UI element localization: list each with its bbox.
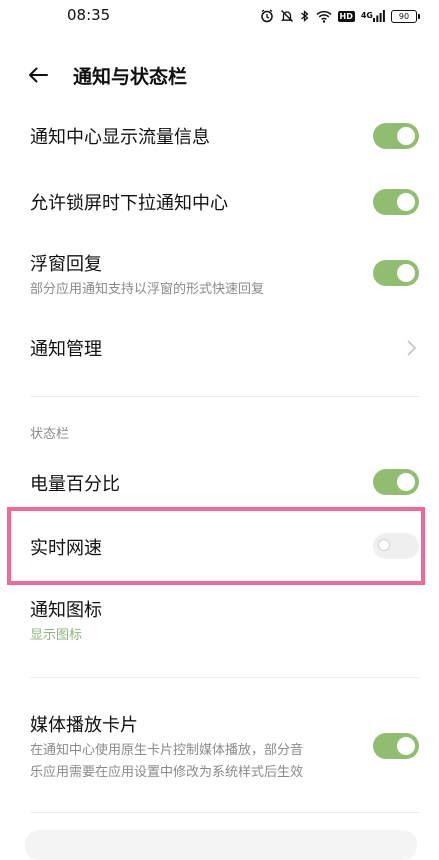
toggle-realtime-speed[interactable]: [373, 533, 419, 559]
hd-icon: HD: [337, 10, 355, 22]
setting-title: 通知图标: [30, 600, 102, 621]
toggle-media-card[interactable]: [373, 733, 419, 759]
app-header: 通知与状态栏: [0, 55, 439, 95]
back-arrow-icon[interactable]: [27, 64, 49, 86]
setting-row-notification-icons[interactable]: 通知图标 显示图标: [0, 590, 439, 650]
toggle-knob: [397, 473, 415, 491]
setting-row-media-card[interactable]: 媒体播放卡片 在通知中心使用原生卡片控制媒体播放，部分音 乐应用需要在应用设置中…: [0, 705, 439, 795]
status-icons: HD 4G 90: [260, 6, 420, 26]
toggle-knob: [378, 539, 390, 551]
setting-row-realtime-speed[interactable]: 实时网速: [0, 519, 439, 575]
signal-icon: 4G: [361, 10, 385, 22]
toggle-battery-percent[interactable]: [373, 469, 419, 495]
network-type-label: 4G: [360, 11, 373, 20]
setting-title: 通知中心显示流量信息: [30, 127, 210, 148]
setting-row-traffic-info[interactable]: 通知中心显示流量信息: [0, 108, 439, 164]
divider: [30, 812, 419, 813]
mute-icon: [280, 9, 294, 23]
setting-title: 实时网速: [30, 538, 102, 559]
toggle-lock-pull[interactable]: [373, 189, 419, 215]
toggle-float-reply[interactable]: [373, 260, 419, 286]
status-bar: 08:35 HD 4G 90: [0, 0, 439, 34]
chevron-right-icon: [405, 339, 417, 357]
setting-title: 浮窗回复: [30, 254, 102, 275]
setting-row-lock-pull[interactable]: 允许锁屏时下拉通知中心: [0, 174, 439, 230]
divider: [30, 677, 419, 678]
divider: [30, 396, 419, 397]
toggle-knob: [397, 193, 415, 211]
page-title: 通知与状态栏: [73, 66, 188, 88]
wifi-icon: [315, 10, 332, 23]
setting-title: 媒体播放卡片: [30, 715, 138, 736]
setting-subtitle-line-2: 乐应用需要在应用设置中修改为系统样式后生效: [30, 765, 304, 780]
setting-subtitle: 部分应用通知支持以浮窗的形式快速回复: [30, 282, 265, 297]
setting-row-notification-manage[interactable]: 通知管理: [0, 320, 439, 376]
bottom-card[interactable]: [25, 830, 417, 860]
status-time: 08:35: [67, 6, 111, 24]
toggle-knob: [397, 264, 415, 282]
setting-row-battery-percent[interactable]: 电量百分比: [0, 455, 439, 511]
battery-icon: 90: [391, 9, 420, 23]
toggle-knob: [397, 127, 415, 145]
alarm-icon: [260, 9, 274, 23]
setting-row-float-reply[interactable]: 浮窗回复 部分应用通知支持以浮窗的形式快速回复: [0, 244, 439, 310]
section-label-status-bar: 状态栏: [30, 427, 70, 442]
setting-title: 通知管理: [30, 339, 102, 360]
setting-subtitle-line-1: 在通知中心使用原生卡片控制媒体播放，部分音: [30, 743, 304, 758]
bluetooth-icon: [300, 9, 310, 23]
setting-value: 显示图标: [30, 628, 83, 643]
toggle-knob: [397, 737, 415, 755]
setting-title: 允许锁屏时下拉通知中心: [30, 193, 228, 214]
toggle-traffic-info[interactable]: [373, 123, 419, 149]
setting-title: 电量百分比: [30, 474, 120, 495]
